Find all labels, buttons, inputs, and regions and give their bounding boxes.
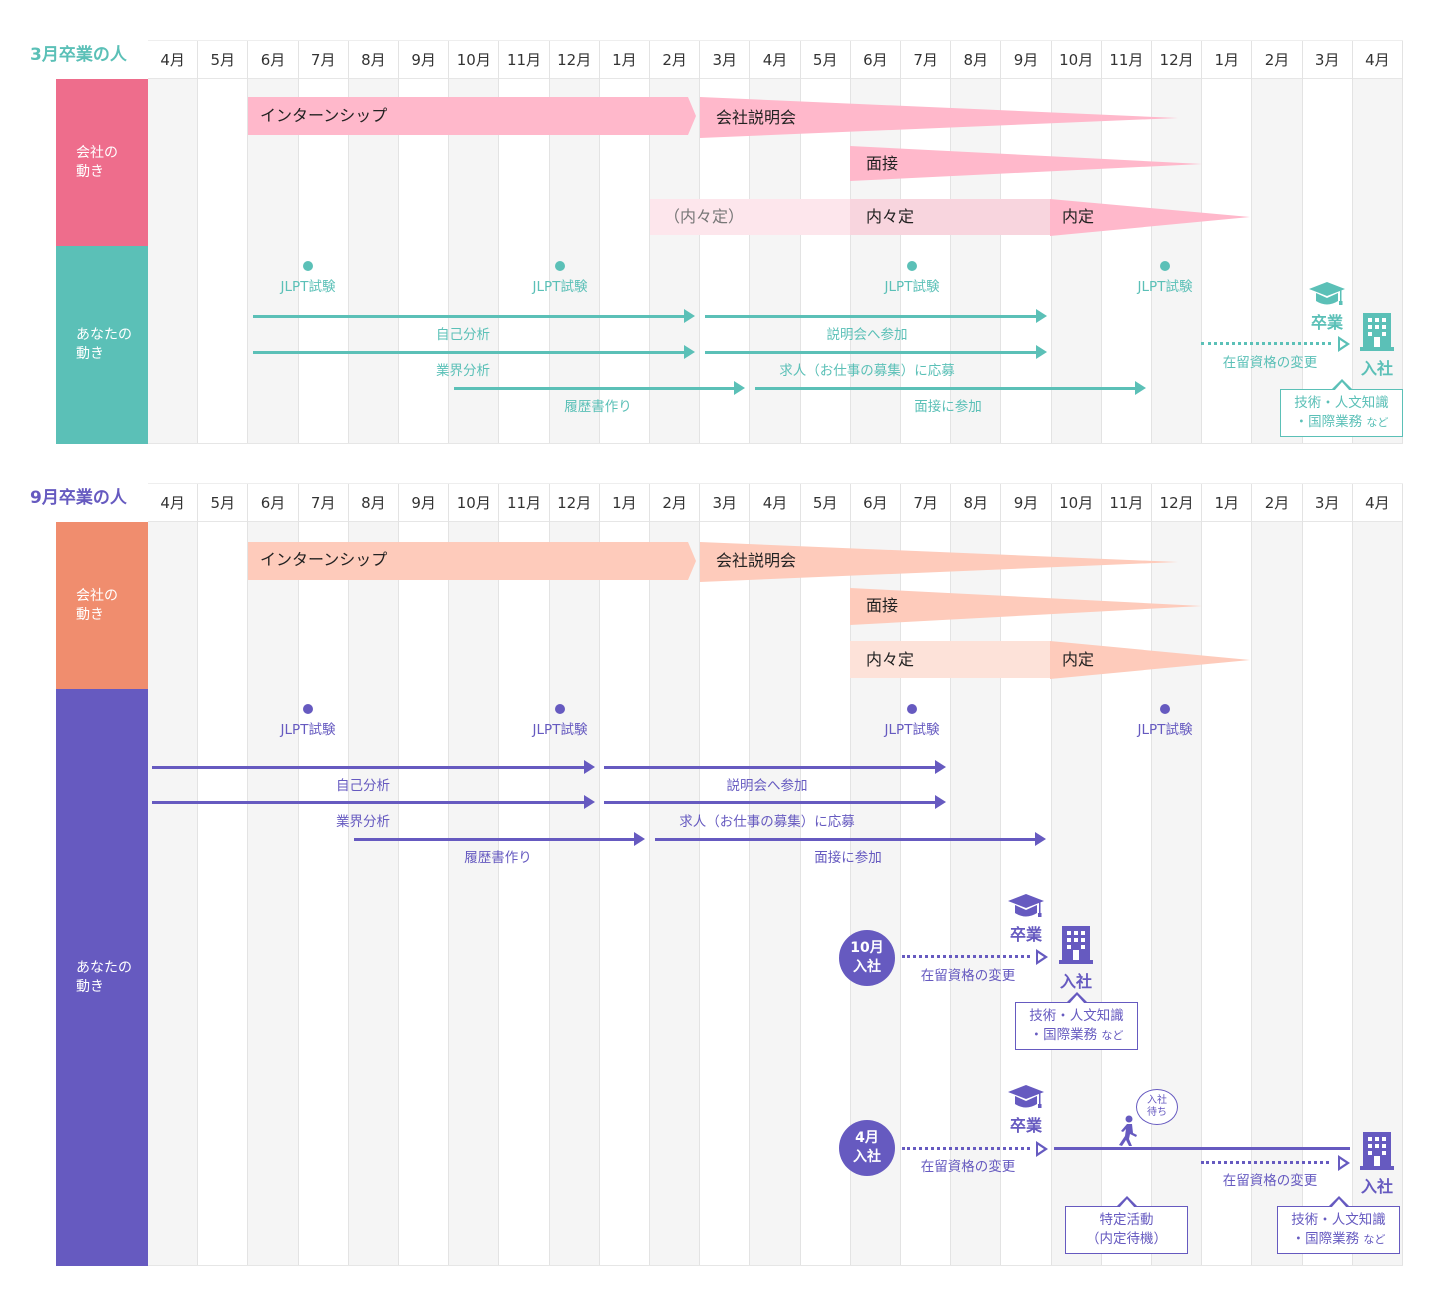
jlpt-label: JLPT試験 [532,279,588,295]
note-line-1: 技術・人文知識 [1291,1212,1386,1228]
briefing-attend-label: 説明会へ参加 [826,327,908,343]
apply-arrow [604,795,946,809]
note-suffix: など [1366,416,1389,429]
note-line-2: （内定待機） [1086,1231,1167,1247]
industry-analysis-label: 業界分析 [336,814,390,830]
jlpt-label: JLPT試験 [1137,279,1193,295]
briefing-attend-arrow [705,309,1047,323]
briefing-attend-label: 説明会へ参加 [726,778,808,794]
badge-text: 10月 入社 [850,940,884,975]
apply-label: 求人（お仕事の募集）に応募 [679,814,855,830]
note-line-2-text: ・国際業務 [1291,1231,1360,1247]
note-line-1: 技術・人文知識 [1029,1008,1124,1024]
note-line-2: ・国際業務 など [1022,1026,1131,1045]
visa-change-dotted-line [902,1147,1030,1150]
interview-attend-arrow [755,381,1146,395]
join-label: 入社 [1360,359,1394,378]
interview-bar [850,146,1202,181]
march-graduates-section: 3月卒業の人 4月 5月 6月 7月 8月 9月 10月 11月 12月 1月 2月 3月 4月 5月 6月… [0,40,1440,445]
self-analysis-label: 自己分析 [436,327,490,343]
graduation-label: 卒業 [1310,313,1344,332]
bubble-text: 入社 待ち [1147,1095,1167,1118]
apply-label: 求人（お仕事の募集）に応募 [779,363,955,379]
visa-change-label: 在留資格の変更 [920,968,1016,984]
visa-type-note: 技術・人文知識 ・国際業務 など [1280,379,1403,437]
interview-label: 面接 [866,154,899,173]
visa-change-dotted-line [902,955,1030,958]
internship-label: インターンシップ [260,106,388,125]
badge-text: 4月 入社 [853,1130,881,1165]
visa-change-arrowhead-2 [1338,1155,1350,1171]
industry-analysis-label: 業界分析 [436,363,490,379]
jlpt-label: JLPT試験 [884,722,940,738]
briefing-label: 会社説明会 [716,108,797,127]
interview-label: 面接 [866,596,899,615]
jlpt-label: JLPT試験 [280,279,336,295]
walking-person-icon [1119,1115,1137,1146]
graduation-label: 卒業 [1009,1116,1043,1135]
jlpt-label: JLPT試験 [1137,722,1193,738]
april-join-badge: 4月 入社 [839,1120,895,1176]
visa-change-arrowhead [1338,336,1350,352]
october-join-badge: 10月 入社 [839,930,895,986]
graduation-cap-icon [1008,894,1044,917]
note-suffix: など [1363,1233,1386,1246]
pre-offer-label: 内々定 [866,207,915,226]
interview-attend-label: 面接に参加 [914,399,982,415]
visa-change-label: 在留資格の変更 [920,1159,1016,1175]
join-label: 入社 [1360,1177,1394,1196]
visa-change-dotted-line-2 [1201,1161,1329,1164]
pre-offer-paren-label: （内々定） [664,207,745,226]
september-graduates-section: 9月卒業の人 4月 5月 6月 7月 8月 9月 10月 11月 12月 1月 2月 3月 4月 5月 6月… [0,483,1440,1268]
visa-change-label: 在留資格の変更 [1222,355,1318,371]
graduation-cap-icon [1309,282,1345,305]
graduation-cap-icon [1008,1085,1044,1108]
visa-change-label-2: 在留資格の変更 [1222,1173,1318,1189]
interview-attend-arrow [655,832,1046,846]
building-icon [1059,926,1093,964]
offer-label: 内定 [1062,650,1095,669]
note-suffix: など [1101,1029,1124,1042]
visa-change-arrowhead [1036,949,1048,965]
note-line-1: 特定活動 [1099,1212,1154,1228]
note-line-2: ・国際業務 など [1284,1230,1393,1249]
note-line-2-text: ・国際業務 [1294,414,1363,430]
briefing-attend-arrow [604,760,946,774]
jlpt-label: JLPT試験 [532,722,588,738]
company-bars-september [248,542,1250,679]
graduation-label: 卒業 [1009,925,1043,944]
join-label: 入社 [1059,972,1093,991]
note-line-2: ・国際業務 など [1287,413,1396,432]
self-analysis-label: 自己分析 [336,778,390,794]
note-line-1: 技術・人文知識 [1294,395,1389,411]
waiting-period-line [1054,1147,1350,1150]
self-analysis-arrow [253,309,695,323]
jlpt-label: JLPT試験 [884,279,940,295]
internship-label: インターンシップ [260,550,388,569]
jlpt-label: JLPT試験 [280,722,336,738]
visa-type-note: 技術・人文知識 ・国際業務 など [1015,992,1138,1050]
waiting-speech-bubble: 入社 待ち [1136,1089,1178,1125]
building-icon [1360,313,1394,351]
apply-arrow [705,345,1047,359]
briefing-label: 会社説明会 [716,551,797,570]
offer-label: 内定 [1062,207,1095,226]
resume-label: 履歴書作り [464,850,532,866]
interview-attend-label: 面接に参加 [814,850,882,866]
industry-analysis-arrow [152,795,595,809]
industry-analysis-arrow [253,345,695,359]
resume-label: 履歴書作り [564,399,632,415]
resume-arrow [454,381,745,395]
visa-type-note: 技術・人文知識 ・国際業務 など [1277,1196,1400,1254]
pre-offer-label: 内々定 [866,650,915,669]
self-analysis-arrow [152,760,595,774]
visa-change-arrowhead [1036,1141,1048,1157]
building-icon [1360,1132,1394,1170]
visa-change-dotted-line [1201,342,1331,345]
note-line-2-text: ・国際業務 [1029,1027,1098,1043]
special-activity-note: 特定活動 （内定待機） [1065,1196,1188,1254]
interview-bar [850,588,1202,625]
resume-arrow [354,832,645,846]
